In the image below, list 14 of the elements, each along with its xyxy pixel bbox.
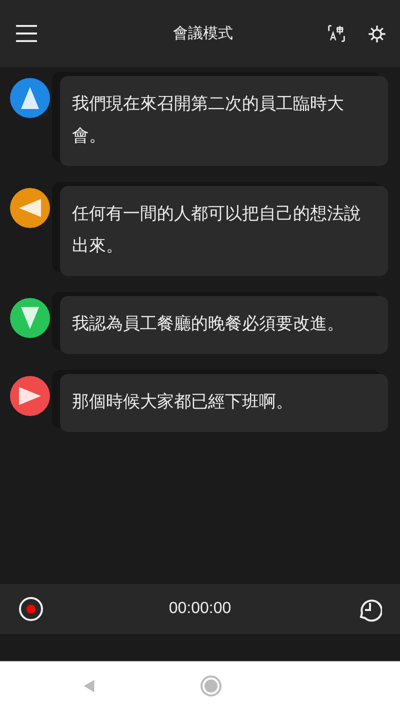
avatar-icon (10, 376, 50, 416)
avatar-icon (10, 298, 50, 338)
settings-icon[interactable] (367, 24, 387, 44)
message-bubble: 任何有一間的人都可以把自己的想法說出來。 (60, 186, 388, 276)
screen-title: 會議模式 (172, 24, 234, 43)
avatar-icon (10, 188, 50, 228)
translate-icon[interactable] (328, 25, 345, 42)
menu-icon[interactable] (15, 24, 38, 43)
timer-text: 00:00:00 (168, 600, 232, 618)
record-button[interactable] (18, 596, 44, 622)
avatar-icon (10, 78, 50, 118)
message-bubble: 我認為員工餐廳的晚餐必須要改進。 (60, 296, 388, 354)
message-bubble: 我們現在來召開第二次的員工臨時大會。 (60, 76, 388, 166)
message-bubble: 那個時候大家都已經下班啊。 (60, 374, 388, 432)
